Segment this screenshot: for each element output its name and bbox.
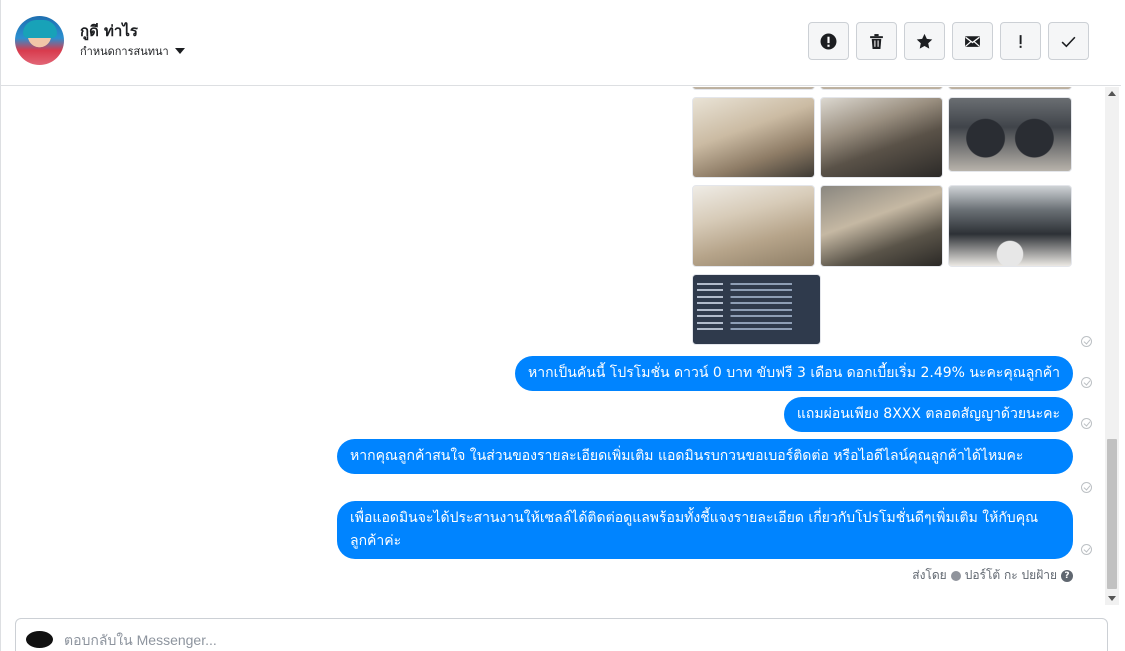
- car-photo[interactable]: [820, 87, 943, 90]
- sent-message-bubble[interactable]: หากเป็นคันนี้ โปรโมชั่น ดาวน์ 0 บาท ขับฟ…: [515, 356, 1073, 391]
- flag-important-button[interactable]: [1000, 22, 1041, 60]
- car-photo[interactable]: [820, 185, 943, 267]
- star-icon: [916, 33, 933, 49]
- checkmark-icon: [1061, 36, 1076, 47]
- reply-input[interactable]: [64, 629, 1064, 651]
- star-button[interactable]: [904, 22, 945, 60]
- admin-badge-icon: [950, 570, 961, 581]
- caret-down-icon: [174, 48, 185, 54]
- trash-icon: [870, 33, 883, 49]
- conversation-settings-label: กำหนดการสนทนา: [80, 45, 169, 58]
- car-photo[interactable]: [692, 97, 815, 178]
- seen-indicator-icon: [1081, 482, 1092, 493]
- exclamation-icon: [1019, 34, 1022, 48]
- envelope-icon: [965, 35, 980, 47]
- conversation-header: กูดี ท่าไร กำหนดการสนทนา: [1, 0, 1121, 86]
- car-photo[interactable]: [948, 97, 1072, 172]
- sent-by-info: ส่งโดย ปอร์โต้ กะ ปยฝ้าย ?: [912, 566, 1073, 585]
- page-avatar: [26, 631, 53, 648]
- mark-unread-button[interactable]: [952, 22, 993, 60]
- sent-by-label: ส่งโดย: [912, 568, 947, 582]
- car-photo[interactable]: [820, 97, 943, 178]
- conversation-settings-dropdown[interactable]: กำหนดการสนทนา: [80, 42, 185, 60]
- sent-message-bubble[interactable]: แถมผ่อนเพียง 8XXX ตลอดสัญญาด้วยนะคะ: [783, 397, 1073, 432]
- contact-name[interactable]: กูดี ท่าไร: [80, 19, 138, 43]
- sent-message-bubble[interactable]: เพื่อแอดมินจะได้ประสานงานให้เซลล์ได้ติดต…: [337, 501, 1073, 559]
- messenger-conversation-panel: กูดี ท่าไร กำหนดการสนทนา หากเป็นคันนี้ โ…: [0, 0, 1125, 651]
- scrollbar-thumb[interactable]: [1107, 439, 1117, 589]
- car-photo[interactable]: [692, 87, 815, 90]
- contact-avatar[interactable]: [15, 16, 64, 65]
- thread-scrollbar[interactable]: [1105, 87, 1119, 605]
- report-spam-button[interactable]: [808, 22, 849, 60]
- message-thread[interactable]: หากเป็นคันนี้ โปรโมชั่น ดาวน์ 0 บาท ขับฟ…: [1, 87, 1105, 605]
- car-photo[interactable]: [692, 185, 815, 267]
- sent-by-name: ปอร์โต้ กะ ปยฝ้าย: [964, 568, 1057, 582]
- seen-indicator-icon: [1081, 544, 1092, 555]
- reply-composer: [15, 618, 1108, 651]
- question-circle-icon[interactable]: ?: [1061, 569, 1073, 582]
- sent-message-bubble[interactable]: หากคุณลูกค้าสนใจ ในส่วนของรายละเอียดเพิ่…: [337, 439, 1073, 474]
- conversation-toolbar: [808, 22, 1089, 60]
- seen-indicator-icon: [1081, 418, 1092, 429]
- car-photo[interactable]: [948, 185, 1072, 267]
- scroll-down-arrow-icon[interactable]: [1108, 596, 1116, 601]
- car-photo[interactable]: [948, 87, 1072, 90]
- seen-indicator-icon: [1081, 377, 1092, 388]
- car-spec-sheet-image[interactable]: [692, 274, 821, 345]
- alert-circle-icon: [820, 33, 837, 49]
- seen-indicator-icon: [1081, 336, 1092, 347]
- scroll-up-arrow-icon[interactable]: [1108, 91, 1116, 96]
- delete-button[interactable]: [856, 22, 897, 60]
- mark-done-button[interactable]: [1048, 22, 1089, 60]
